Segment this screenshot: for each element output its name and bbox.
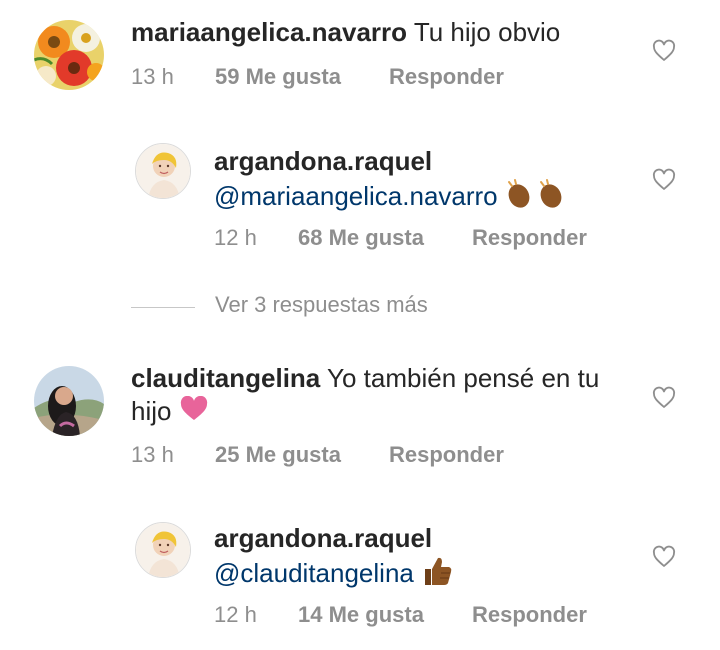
comment-meta: 13 h 59 Me gusta Responder [131,64,551,92]
thumbs-up-icon [421,555,453,595]
like-heart-icon[interactable] [652,386,676,410]
avatar[interactable] [34,20,104,90]
pink-heart-icon [179,395,209,430]
reply-likes[interactable]: 68 Me gusta [298,225,424,251]
mention-link[interactable]: @clauditangelina [214,558,414,588]
like-heart-icon[interactable] [652,39,676,63]
comment-likes[interactable]: 25 Me gusta [215,442,341,468]
reply-button[interactable]: Responder [389,64,504,90]
reply-likes[interactable]: 14 Me gusta [298,602,424,628]
reply-time: 12 h [214,602,257,627]
comment-body: Tu hijo obvio [413,17,561,47]
comment-body-cont: hijo [131,396,172,426]
reply-username[interactable]: argandona.raquel [214,522,644,555]
comment-time: 13 h [131,64,174,89]
reply-text: argandona.raquel @clauditangelina [214,522,644,595]
reply-button[interactable]: Responder [472,225,587,251]
like-heart-icon[interactable] [652,545,676,569]
comment-text: clauditangelina Yo también pensé en tu h… [131,362,641,430]
avatar[interactable] [135,522,191,578]
view-more-replies[interactable]: Ver 3 respuestas más [131,290,531,324]
comment-likes[interactable]: 59 Me gusta [215,64,341,90]
reply-time: 12 h [214,225,257,250]
reply-button[interactable]: Responder [389,442,504,468]
avatar[interactable] [135,143,191,199]
comment-meta: 13 h 25 Me gusta Responder [131,442,551,470]
reply-button[interactable]: Responder [472,602,587,628]
comment-username[interactable]: clauditangelina [131,363,320,393]
comment-body: Yo también pensé en tu [327,363,600,393]
view-more-label[interactable]: Ver 3 respuestas más [215,292,428,318]
reply-meta: 12 h 68 Me gusta Responder [214,225,634,253]
comment-time: 13 h [131,442,174,467]
clapping-hands-icon [505,178,567,218]
reply-meta: 12 h 14 Me gusta Responder [214,602,634,630]
reply-username[interactable]: argandona.raquel [214,145,644,178]
like-heart-icon[interactable] [652,168,676,192]
comment-text: mariaangelica.navarro Tu hijo obvio [131,16,641,49]
reply-text: argandona.raquel @mariaangelica.navarro [214,145,644,218]
mention-link[interactable]: @mariaangelica.navarro [214,181,498,211]
divider [131,307,195,308]
comment-username[interactable]: mariaangelica.navarro [131,17,407,47]
avatar[interactable] [34,366,104,436]
